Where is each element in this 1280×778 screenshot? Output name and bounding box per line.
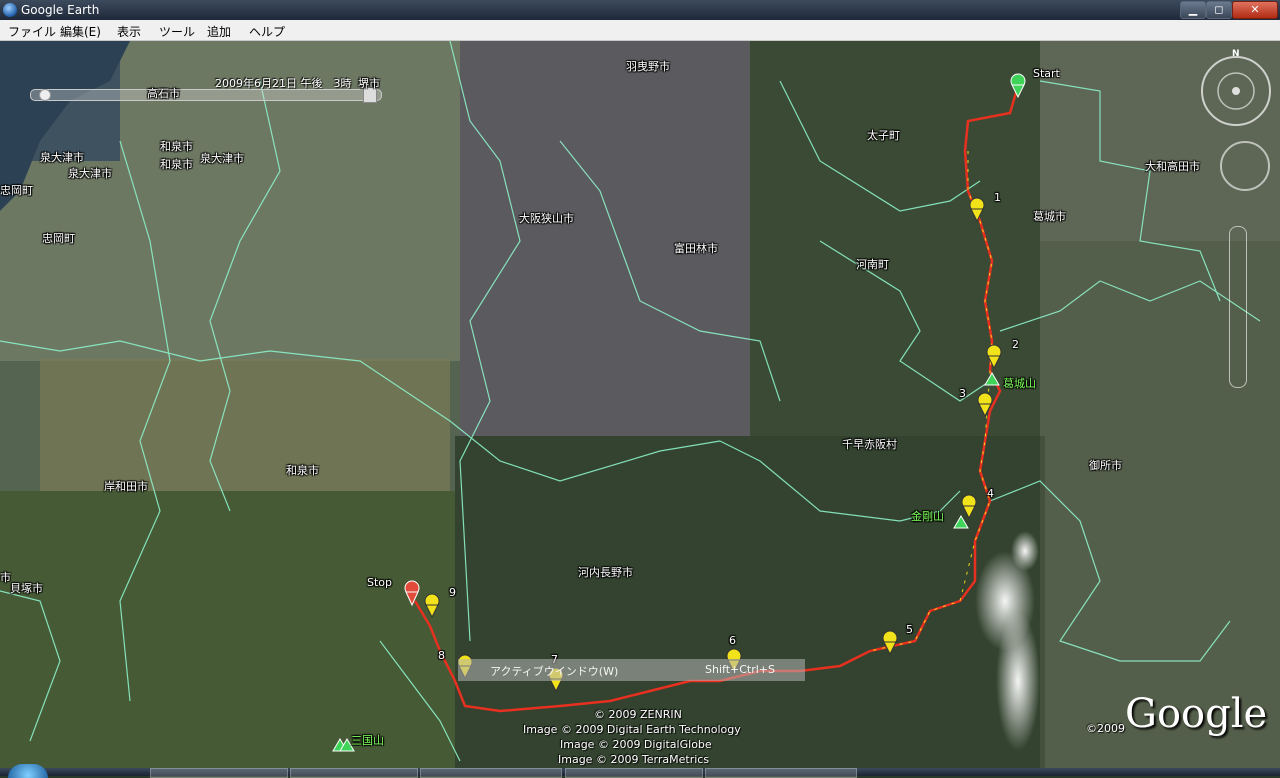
waypoint-label[interactable]: 8	[438, 649, 445, 662]
taskbar-item[interactable]	[565, 768, 703, 778]
north-indicator[interactable]: N	[1232, 49, 1240, 59]
zoom-slider[interactable]	[1229, 226, 1247, 388]
stop-label[interactable]: Stop	[367, 576, 392, 589]
overlay-shortcut-text: Shift+Ctrl+S	[705, 663, 775, 676]
city-label: 和泉市	[160, 158, 193, 171]
city-label: 河内長野市	[578, 566, 633, 579]
copyright-line: Image © 2009 DigitalGlobe	[560, 738, 712, 751]
active-window-menu-overlay[interactable]: アクティブウインドウ(W) Shift+Ctrl+S	[458, 659, 805, 681]
navigation-controls[interactable]: N	[1198, 49, 1276, 131]
city-label: 御所市	[1089, 459, 1122, 472]
waypoint-label[interactable]: 6	[729, 634, 736, 647]
waypoint-label[interactable]: 4	[987, 487, 994, 500]
menubar: ファイル 編集(E) 表示 ツール 追加 ヘルプ	[0, 20, 1280, 41]
brand-year: ©2009	[1086, 722, 1125, 735]
city-label: 大和高田市	[1145, 160, 1200, 173]
city-label: 葛城市	[1033, 210, 1066, 223]
waypoint-label[interactable]: 9	[449, 586, 456, 599]
google-earth-icon	[3, 3, 17, 17]
maximize-button[interactable]: ◻	[1206, 1, 1232, 19]
city-label: 千早赤阪村	[842, 438, 897, 451]
taskbar-item[interactable]	[705, 768, 857, 778]
mountain-label: 金剛山	[911, 510, 944, 523]
waypoint-label[interactable]: 3	[959, 387, 966, 400]
map-view[interactable]: 2009年6月21日 午後 3時 堺市 羽曳野市 高石市 和泉市 和泉市 泉大津…	[0, 41, 1280, 768]
city-label: 泉大津市	[40, 151, 84, 164]
taskbar-item[interactable]	[420, 768, 562, 778]
taskbar-item[interactable]	[150, 768, 288, 778]
menu-file[interactable]: ファイル	[8, 23, 56, 40]
mountain-label: 三国山	[351, 734, 384, 747]
mountain-label: 葛城山	[1003, 377, 1036, 390]
city-label: 泉大津市	[200, 152, 244, 165]
window-titlebar: Google Earth ▁ ◻ ✕	[0, 0, 1280, 20]
start-label[interactable]: Start	[1033, 67, 1060, 80]
close-button[interactable]: ✕	[1232, 1, 1278, 19]
city-label: 岸和田市	[104, 480, 148, 493]
copyright-line: © 2009 ZENRIN	[594, 708, 682, 721]
menu-edit[interactable]: 編集(E)	[60, 23, 101, 40]
city-label: 和泉市	[286, 464, 319, 477]
city-label: 和泉市	[160, 140, 193, 153]
city-label: 高石市	[147, 87, 180, 100]
waypoint-label[interactable]: 5	[906, 623, 913, 636]
copyright-line: Image © 2009 Digital Earth Technology	[523, 723, 741, 736]
city-label: 太子町	[867, 129, 900, 142]
city-label: 忠岡町	[42, 232, 75, 245]
city-label: 河南町	[856, 258, 889, 271]
menu-tools[interactable]: ツール	[159, 23, 195, 40]
menu-help[interactable]: ヘルプ	[249, 23, 285, 40]
city-label: 堺市	[358, 77, 380, 90]
google-logo: Google	[1125, 691, 1268, 737]
city-label: 貝塚市	[10, 582, 43, 595]
time-slider[interactable]	[30, 87, 382, 103]
city-label: 泉大津市	[68, 167, 112, 180]
city-label: 忠岡町	[0, 184, 33, 197]
menu-view[interactable]: 表示	[117, 23, 141, 40]
city-label: 大阪狭山市	[519, 212, 574, 225]
city-label: 羽曳野市	[626, 60, 670, 73]
waypoint-label[interactable]: 1	[994, 191, 1001, 204]
overlay-menu-text[interactable]: アクティブウインドウ(W)	[490, 663, 618, 679]
move-control[interactable]	[1220, 141, 1270, 191]
city-label: 富田林市	[674, 242, 718, 255]
window-title: Google Earth	[21, 3, 100, 17]
menu-add[interactable]: 追加	[207, 23, 231, 40]
minimize-button[interactable]: ▁	[1180, 1, 1206, 19]
time-slider-knob[interactable]	[39, 89, 51, 101]
waypoint-label[interactable]: 2	[1012, 338, 1019, 351]
copyright-line: Image © 2009 TerraMetrics	[558, 753, 710, 766]
taskbar-item[interactable]	[290, 768, 418, 778]
